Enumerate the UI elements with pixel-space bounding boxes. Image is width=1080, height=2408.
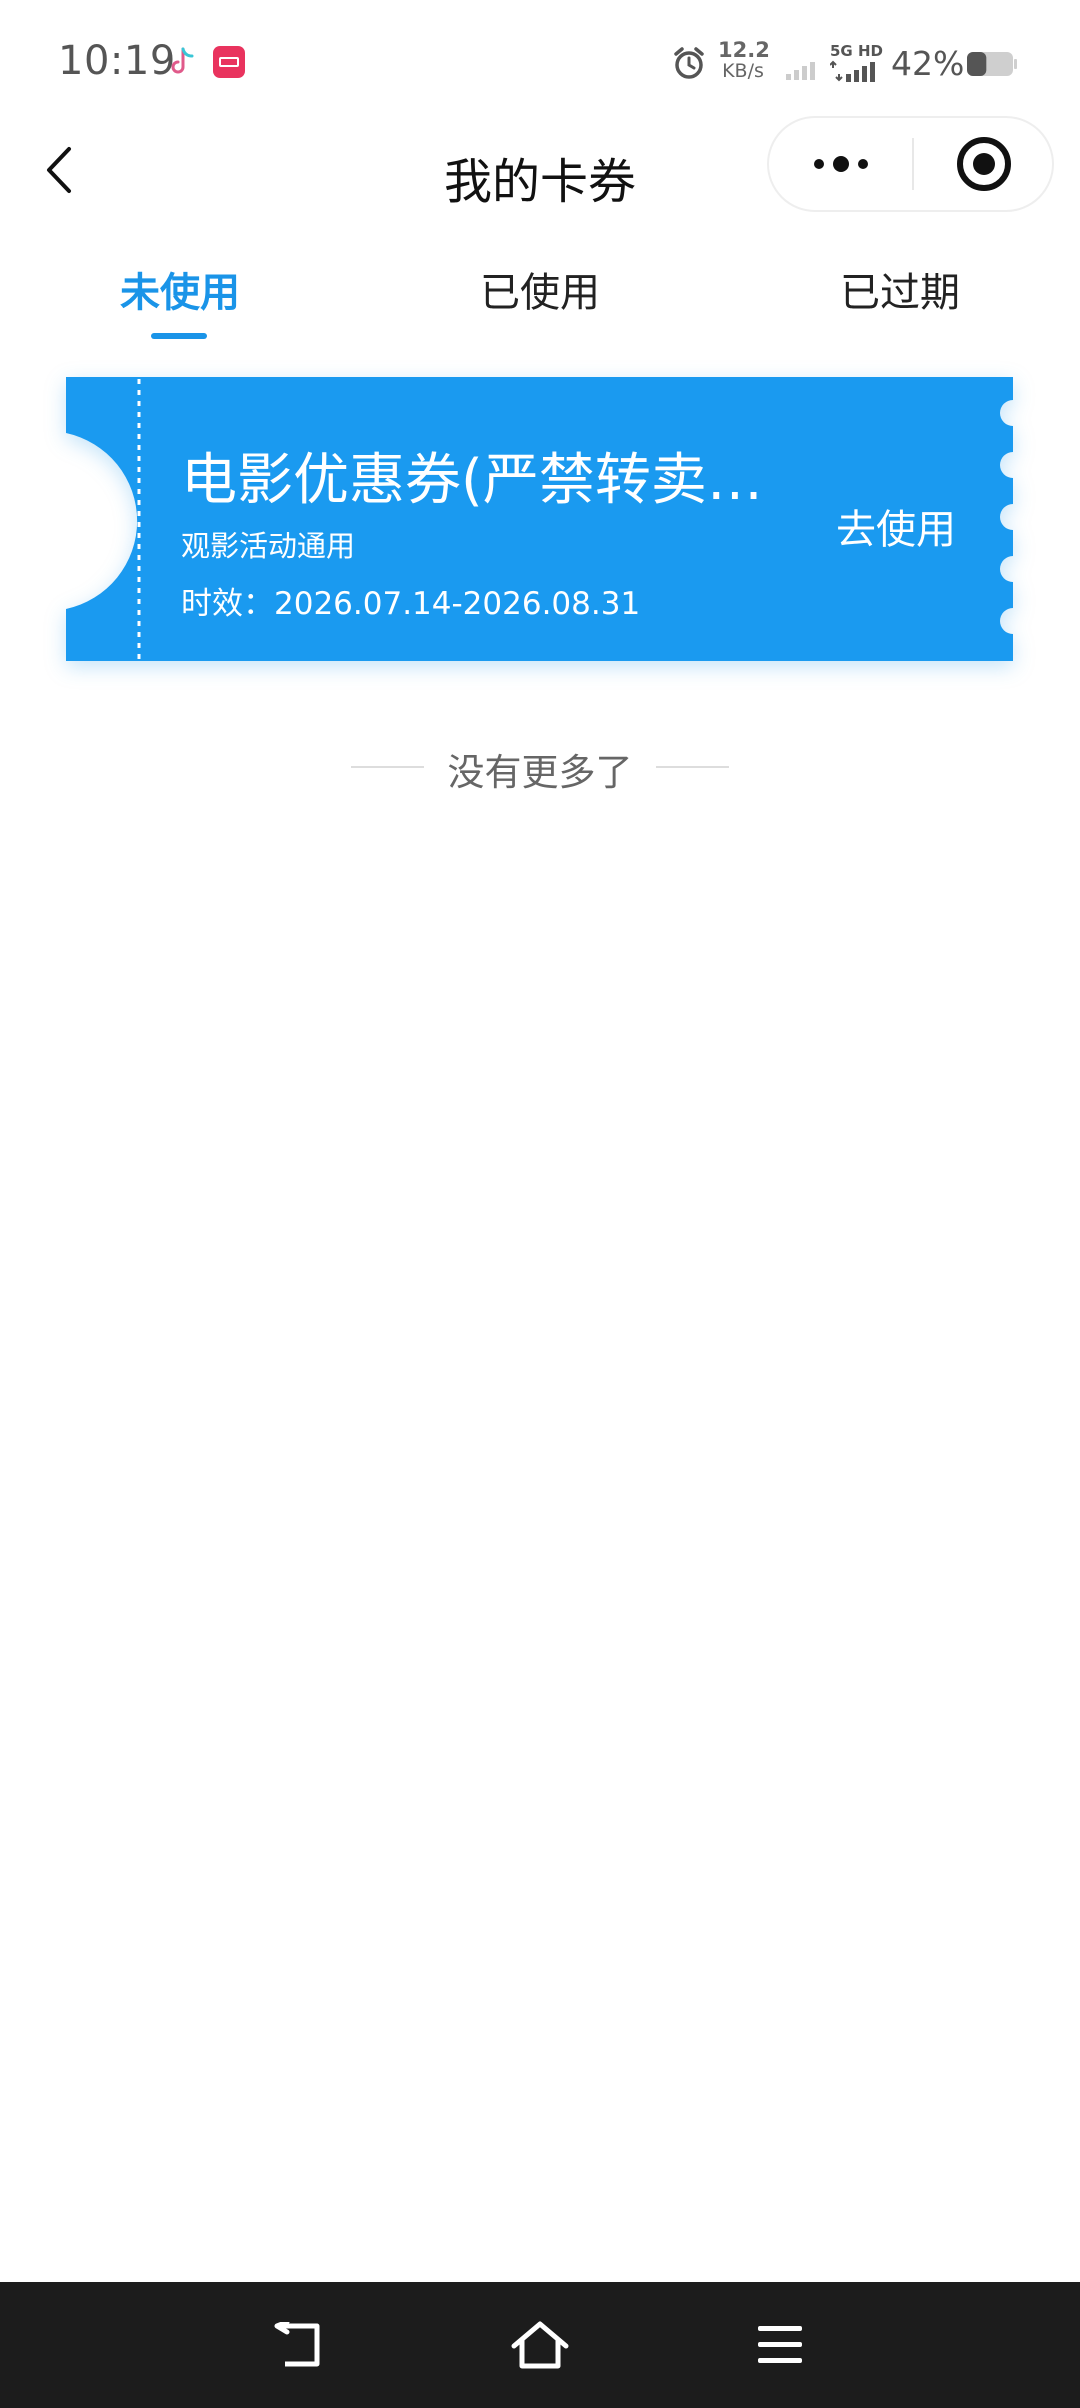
- network-signal-icon: 5G HD: [830, 42, 884, 82]
- status-bar: 10:19 12.2 KB/s 5G HD 42%: [0, 0, 1080, 120]
- battery-icon: [967, 52, 1017, 76]
- tab-unused[interactable]: 未使用: [0, 260, 360, 318]
- net-speed-unit: KB/s: [722, 60, 764, 82]
- more-dots-icon: [813, 156, 868, 172]
- divider-right: [656, 766, 729, 768]
- signal-bars-icon: [830, 60, 875, 82]
- signal-icon: [786, 62, 815, 80]
- home-icon: [511, 2321, 569, 2369]
- tab-used[interactable]: 已使用: [360, 260, 720, 318]
- network-label: 5G HD: [830, 42, 883, 60]
- close-miniprogram-button[interactable]: [914, 118, 1054, 210]
- tab-expired[interactable]: 已过期: [720, 260, 1080, 318]
- coupon-card[interactable]: 电影优惠券(严禁转卖… 观影活动通用 时效：2026.07.14-2026.08…: [66, 377, 1013, 661]
- coupon-tabs: 未使用 已使用 已过期: [0, 250, 1080, 350]
- target-close-icon: [957, 137, 1011, 191]
- net-speed: 12.2 KB/s: [718, 38, 770, 82]
- coupon-validity: 时效：2026.07.14-2026.08.31: [181, 586, 641, 622]
- more-button[interactable]: [769, 118, 912, 210]
- list-end: 没有更多了: [0, 738, 1080, 798]
- system-back-button[interactable]: [270, 2315, 330, 2375]
- system-navigation-bar: [0, 2282, 1080, 2408]
- app-icon: [213, 46, 245, 78]
- alarm-icon: [674, 47, 704, 79]
- use-coupon-button[interactable]: 去使用: [836, 497, 956, 555]
- list-end-text: 没有更多了: [447, 751, 633, 794]
- system-menu-button[interactable]: [750, 2315, 810, 2375]
- menu-icon: [758, 2326, 802, 2363]
- coupon-title: 电影优惠券(严禁转卖…: [181, 448, 763, 513]
- capsule-menu: [767, 116, 1054, 212]
- battery-percent: 42%: [891, 44, 965, 83]
- back-icon: [274, 2322, 320, 2367]
- tiktok-icon: [171, 47, 194, 74]
- screen: 10:19 12.2 KB/s 5G HD 42% 我的卡券 未使用 已使用 已…: [0, 0, 1080, 2408]
- status-time: 10:19: [58, 38, 176, 84]
- tab-active-indicator: [151, 333, 207, 339]
- net-speed-value: 12.2: [718, 38, 770, 62]
- coupon-subtitle: 观影活动通用: [181, 529, 356, 563]
- system-home-button[interactable]: [510, 2315, 570, 2375]
